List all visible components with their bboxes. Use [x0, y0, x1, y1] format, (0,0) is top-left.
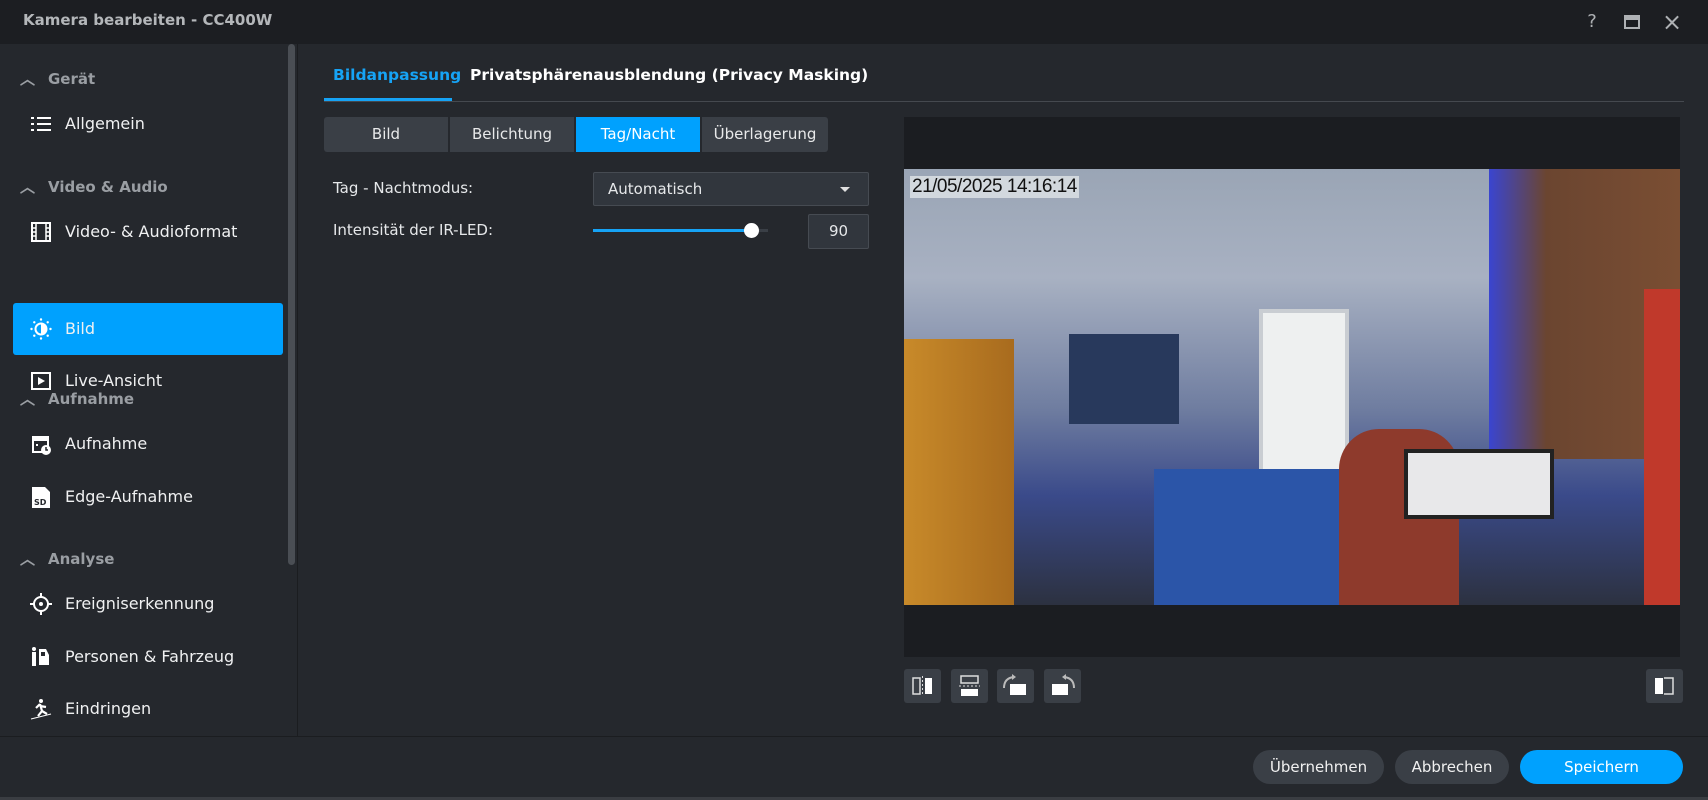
crosshair-icon	[30, 593, 52, 615]
ir-led-value-input[interactable]: 90	[808, 214, 869, 249]
sidebar-item-bild[interactable]: Bild	[13, 303, 283, 355]
section-video-audio[interactable]: ︿ Video & Audio	[20, 176, 168, 197]
flip-vertical-button[interactable]	[951, 669, 988, 703]
save-button[interactable]: Speichern	[1520, 750, 1683, 784]
help-icon[interactable]: ?	[1579, 9, 1605, 35]
person-vehicle-icon	[32, 647, 49, 666]
sidebar-item-label: Edge-Aufnahme	[65, 487, 193, 506]
sidebar-item-personen-fahrzeug[interactable]: Personen & Fahrzeug	[13, 631, 283, 683]
rotate-clockwise-icon	[1003, 674, 1026, 695]
sidebar-item-aufnahme[interactable]: Aufnahme	[13, 418, 283, 470]
window-title: Kamera bearbeiten - CC400W	[23, 11, 273, 29]
sidebar-item-label: Bild	[65, 319, 96, 338]
ir-led-intensity-label: Intensität der IR-LED:	[333, 221, 494, 239]
camera-preview: 21/05/2025 14:16:14	[904, 117, 1680, 657]
subtab-bild[interactable]: Bild	[324, 117, 448, 152]
sidebar-item-label: Video- & Audioformat	[65, 222, 238, 241]
slider-fill	[593, 229, 751, 232]
split-view-icon	[1655, 677, 1674, 695]
sidebar-item-edge-aufnahme[interactable]: SD Edge-Aufnahme	[13, 471, 283, 523]
sd-card-icon: SD	[32, 487, 50, 508]
sidebar-item-ereigniserkennung[interactable]: Ereigniserkennung	[13, 578, 283, 630]
dialog-footer: Übernehmen Abbrechen Speichern	[0, 736, 1708, 800]
sidebar-item-video-audioformat[interactable]: Video- & Audioformat	[13, 206, 283, 258]
svg-text:SD: SD	[34, 498, 47, 507]
camera-image: 21/05/2025 14:16:14	[904, 169, 1680, 605]
section-label: Analyse	[48, 550, 115, 568]
camera-timestamp: 21/05/2025 14:16:14	[910, 176, 1079, 198]
sidebar-scrollbar[interactable]	[288, 44, 295, 565]
film-icon	[31, 222, 51, 242]
rotate-counterclockwise-icon	[1052, 674, 1075, 695]
mirror-horizontal-button[interactable]	[904, 669, 941, 703]
sidebar-item-label: Allgemein	[65, 114, 145, 133]
sidebar: ︿ Gerät Allgemein ︿ Video & Audio Video- &…	[0, 44, 298, 736]
subtab-tag-nacht[interactable]: Tag/Nacht	[576, 117, 700, 152]
chevron-down-icon	[840, 187, 850, 192]
cancel-button[interactable]: Abbrechen	[1395, 750, 1509, 784]
apply-button[interactable]: Übernehmen	[1253, 750, 1384, 784]
day-night-mode-label: Tag - Nachtmodus:	[333, 179, 474, 197]
tab-privacy-masking[interactable]: Privatsphärenausblendung (Privacy Maskin…	[470, 66, 868, 84]
sidebar-item-eindringen[interactable]: Eindringen	[13, 683, 283, 735]
sidebar-item-label: Ereigniserkennung	[65, 594, 215, 613]
section-analyse[interactable]: ︿ Analyse	[20, 548, 114, 569]
close-icon[interactable]: ×	[1659, 9, 1685, 35]
sidebar-item-label: Aufnahme	[65, 434, 148, 453]
select-value: Automatisch	[608, 180, 703, 198]
flip-horizontal-icon	[912, 676, 932, 696]
section-label: Gerät	[48, 70, 96, 88]
rotate-left-button[interactable]	[1044, 669, 1081, 703]
compare-view-button[interactable]	[1646, 669, 1683, 703]
section-label: Aufnahme	[48, 390, 135, 408]
list-icon	[31, 117, 51, 131]
brightness-icon	[30, 318, 52, 340]
intrusion-icon	[30, 699, 52, 720]
ir-led-slider[interactable]	[593, 223, 768, 238]
sidebar-item-label: Eindringen	[65, 699, 152, 718]
section-aufnahme[interactable]: ︿ Aufnahme	[20, 388, 134, 409]
tab-bildanpassung[interactable]: Bildanpassung	[333, 66, 461, 84]
sidebar-item-label: Personen & Fahrzeug	[65, 647, 235, 666]
subtab-ueberlagerung[interactable]: Überlagerung	[702, 117, 828, 152]
day-night-mode-select[interactable]: Automatisch	[593, 172, 869, 206]
rotate-right-button[interactable]	[997, 669, 1034, 703]
slider-handle[interactable]	[743, 223, 759, 238]
section-geraet[interactable]: ︿ Gerät	[20, 68, 95, 89]
flip-vertical-icon	[959, 675, 980, 696]
maximize-icon[interactable]	[1619, 9, 1645, 35]
section-label: Video & Audio	[48, 178, 168, 196]
subtab-belichtung[interactable]: Belichtung	[450, 117, 574, 152]
title-bar: Kamera bearbeiten - CC400W ? ×	[0, 0, 1708, 44]
calendar-clock-icon	[32, 436, 51, 455]
sidebar-item-allgemein[interactable]: Allgemein	[13, 98, 283, 150]
tab-divider	[324, 101, 1684, 102]
